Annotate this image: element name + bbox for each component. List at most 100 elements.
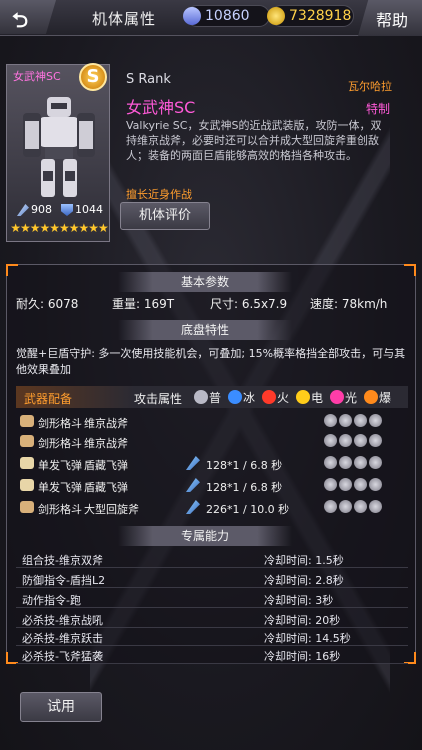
ability-name: 必杀技-飞斧猛袭 [22,650,103,663]
element-dots [324,456,384,472]
missile-icon [20,479,34,491]
melee-weapon-icon [20,435,34,447]
damage-icon [186,478,200,492]
attack-value: 908 [31,203,52,216]
gem-counter: 10860 [183,5,270,27]
attack-stat: 908 [17,203,52,216]
weapon-type: 单发飞弹 [38,481,82,494]
weapon-type: 剑形格斗 [38,503,82,516]
weight-stat: 重量: 169T [112,297,175,311]
faction-label: 瓦尔哈拉 [348,80,392,93]
speed-stat: 速度: 78km/h [310,297,388,311]
unit-description: Valkyrie SC，女武神S的近战武装版，攻防一体，双持维京战斧，必要时还可… [126,119,382,162]
element-dots [324,478,384,494]
weapon-row: 剑形格斗 维京战斧 [16,412,408,432]
ability-name: 组合技-维京双斧 [22,554,103,567]
ability-cooldown: 冷却时间: 1.5秒 [264,554,344,567]
help-label: 帮助 [376,11,409,30]
weapon-row: 单发飞弹 盾藏飞弹 128*1 / 6.8 秒 [16,454,408,474]
basic-params-header: 基本参数 [118,272,292,292]
coin-icon [267,7,285,25]
back-arrow-icon: ⮌ [12,8,29,32]
corner-decoration [6,264,18,276]
weapon-header: 武器配备 攻击属性 普 冰 火 电 光 爆 [16,386,408,408]
weapon-title: 武器配备 [24,392,73,406]
special-tag: 特制 [366,102,391,116]
element-explosive: 爆 [364,389,391,406]
sword-icon [17,204,29,216]
size-stat: 尺寸: 6.5x7.9 [210,297,288,311]
defense-value: 1044 [75,203,103,216]
help-button[interactable]: 帮助 [358,0,422,36]
ability-cooldown: 冷却时间: 14.5秒 [264,632,351,645]
missile-icon [20,457,34,469]
unit-name: 女武神SC [126,98,196,117]
unit-card[interactable]: 女武神SC S 908 1044 ★★★★★★★★★★ [6,63,110,242]
damage-icon [186,500,200,514]
specialty-label: 擅长近身作战 [126,188,192,201]
weapon-damage: 128*1 / 6.8 秒 [206,481,283,494]
weapon-row: 剑形格斗 维京战斧 [16,432,408,452]
gem-icon [183,7,201,25]
weapon-name: 盾藏飞弹 [84,459,128,472]
corner-decoration [404,264,416,276]
weapon-name: 维京战斧 [84,437,128,450]
page-title: 机体属性 [92,10,157,28]
weapon-type: 单发飞弹 [38,459,82,472]
ability-row: 必杀技-维京跃击 冷却时间: 14.5秒 [16,628,408,646]
element-fire: 火 [262,389,289,406]
ability-row: 必杀技-维京战吼 冷却时间: 20秒 [16,610,408,628]
melee-weapon-icon [20,501,34,513]
ability-row: 动作指令-跑 冷却时间: 3秒 [16,590,408,608]
chassis-header: 底盘特性 [118,320,292,340]
element-ice: 冰 [228,389,255,406]
weapon-name: 大型回旋斧 [84,503,139,516]
melee-weapon-icon [20,415,34,427]
ability-name: 防御指令-盾挡L2 [22,574,106,587]
trial-button[interactable]: 试用 [20,692,102,722]
grade-badge: S [79,63,107,91]
weapon-name: 盾藏飞弹 [84,481,128,494]
fire-icon [262,390,276,404]
durability-stat: 耐久: 6078 [16,297,79,311]
element-dots [324,500,384,516]
coin-counter: 7328918 [267,5,354,27]
ability-cooldown: 冷却时间: 20秒 [264,614,341,627]
ability-row: 必杀技-飞斧猛袭 冷却时间: 16秒 [16,646,408,664]
damage-icon [186,456,200,470]
element-dots [324,434,384,450]
element-normal: 普 [194,389,221,406]
attack-attr-label: 攻击属性 [134,392,183,406]
ability-name: 必杀技-维京战吼 [22,614,103,627]
light-icon [330,390,344,404]
ability-row: 组合技-维京双斧 冷却时间: 1.5秒 [16,550,408,568]
chassis-trait-text: 觉醒+巨盾守护: 多一次使用技能机会，可叠加; 15%概率格挡全部攻击，可与其他… [16,347,406,376]
weapon-type: 剑形格斗 [38,417,82,430]
normal-icon [194,390,208,404]
ability-cooldown: 冷却时间: 2.8秒 [264,574,344,587]
ability-row: 防御指令-盾挡L2 冷却时间: 2.8秒 [16,570,408,588]
star-rating: ★★★★★★★★★★ [10,221,109,235]
electric-icon [296,390,310,404]
weapon-type: 剑形格斗 [38,437,82,450]
shield-icon [61,204,73,216]
unit-card-name: 女武神SC [13,70,61,83]
element-dots [324,414,384,430]
top-bar: ⮌ 机体属性 10860 7328918 帮助 [0,0,422,36]
weapon-name: 维京战斧 [84,417,128,430]
weapon-damage: 226*1 / 10.0 秒 [206,503,290,516]
back-button[interactable]: ⮌ [0,0,56,34]
ability-cooldown: 冷却时间: 16秒 [264,650,341,663]
abilities-header: 专属能力 [118,526,292,546]
gem-value: 10860 [205,8,250,24]
coin-value: 7328918 [289,8,352,24]
mech-portrait [23,97,95,197]
ability-name: 动作指令-跑 [22,594,81,607]
element-light: 光 [330,389,357,406]
evaluate-button[interactable]: 机体评价 [120,202,210,230]
ability-name: 必杀技-维京跃击 [22,632,103,645]
weapon-row: 剑形格斗 大型回旋斧 226*1 / 10.0 秒 [16,498,408,518]
ability-cooldown: 冷却时间: 3秒 [264,594,334,607]
rank-label: S Rank [126,72,171,87]
explosive-icon [364,390,378,404]
